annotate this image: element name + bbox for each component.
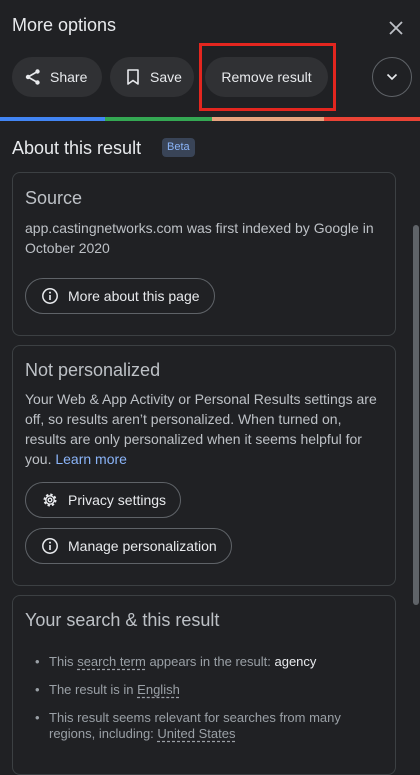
share-button[interactable]: Share [12,57,102,97]
color-bar-red [324,117,420,121]
source-title: Source [25,188,83,208]
personalization-text: Your Web & App Activity or Personal Resu… [25,389,385,469]
close-icon [389,21,403,35]
more-about-page-label: More about this page [68,288,200,304]
more-about-page-button[interactable]: More about this page [25,278,215,314]
privacy-settings-label: Privacy settings [68,492,167,508]
save-label: Save [150,69,182,85]
close-button[interactable] [384,16,408,40]
dialog-title: More options [12,15,117,35]
bookmark-icon [124,68,142,86]
gear-icon [40,490,60,510]
manage-personalization-label: Manage personalization [68,538,217,554]
bullet-regions: • This result seems relevant for searche… [35,710,341,741]
privacy-settings-button[interactable]: Privacy settings [25,482,182,518]
info-icon [40,286,60,306]
personalization-title: Not personalized [25,360,161,380]
color-bar-orange [212,117,324,121]
share-icon [24,68,42,86]
region-link[interactable]: United States [157,726,235,741]
manage-personalization-button[interactable]: Manage personalization [25,528,232,564]
search-result-card: Your search & this result • This search … [12,595,396,775]
language-link[interactable]: English [137,682,180,697]
about-heading: About this result [12,138,142,158]
color-bar-green [105,117,212,121]
search-term-value: agency [274,654,317,669]
info-icon [40,536,60,556]
chevron-down-icon [386,73,398,81]
search-result-title: Your search & this result [25,610,220,630]
bullet-search-term: • This search term appears in the result… [35,654,317,669]
search-term-link[interactable]: search term [77,654,146,669]
beta-badge: Beta [162,138,195,157]
bullet-language: • The result is in English [35,682,180,697]
scrollbar-thumb[interactable] [413,225,419,605]
save-button[interactable]: Save [110,57,194,97]
dialog-header: More options Share Save Remove result [0,0,420,118]
personalization-card: Not personalized Your Web & App Activity… [12,345,396,586]
share-label: Share [50,69,88,85]
learn-more-link[interactable]: Learn more [55,451,127,467]
source-text: app.castingnetworks.com was first indexe… [25,220,374,256]
color-bar-blue [0,117,105,121]
expand-button[interactable] [372,57,412,97]
highlight-box [199,43,336,111]
source-card: Source app.castingnetworks.com was first… [12,172,396,336]
